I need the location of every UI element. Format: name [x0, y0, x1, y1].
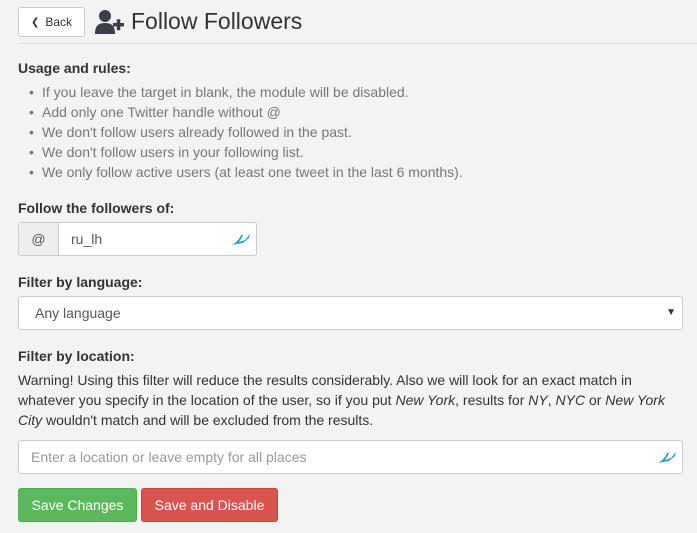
chevron-left-icon: ❮ — [30, 16, 40, 28]
page-header: ❮ Back Follow Followers — [18, 5, 697, 39]
rule-item: If you leave the target in blank, the mo… — [18, 82, 463, 102]
usage-heading: Usage and rules: — [18, 60, 131, 76]
language-select[interactable]: Any language ▼ — [18, 296, 683, 330]
twitter-handle-value: ru_lh — [71, 231, 103, 247]
user-plus-icon — [95, 10, 124, 34]
autofill-icon[interactable] — [231, 232, 251, 248]
location-input[interactable]: Enter a location or leave empty for all … — [18, 440, 683, 474]
example-location: NYC — [555, 392, 586, 408]
language-label: Filter by language: — [18, 274, 143, 290]
rules-list: If you leave the target in blank, the mo… — [18, 82, 463, 182]
location-placeholder: Enter a location or leave empty for all … — [31, 449, 307, 465]
rule-item: We only follow active users (at least on… — [18, 162, 463, 182]
twitter-handle-input[interactable]: ru_lh — [59, 223, 256, 255]
at-addon: @ — [19, 223, 59, 255]
warning-text: wouldn't match and will be excluded from… — [42, 412, 374, 428]
back-button[interactable]: ❮ Back — [18, 7, 85, 37]
rule-item: We don't follow users in your following … — [18, 142, 463, 162]
warning-text: , results for — [455, 392, 529, 408]
rule-item: We don't follow users already followed i… — [18, 122, 463, 142]
back-label: Back — [45, 15, 73, 29]
caret-down-icon: ▼ — [666, 307, 676, 318]
follow-target-group: @ ru_lh — [18, 222, 257, 256]
warning-text: , — [547, 392, 556, 408]
warning-text: or — [585, 392, 606, 408]
save-changes-button[interactable]: Save Changes — [18, 488, 137, 522]
header-divider — [18, 43, 697, 44]
page-title: Follow Followers — [131, 7, 303, 34]
rule-item: Add only one Twitter handle without @ — [18, 102, 463, 122]
autofill-icon[interactable] — [657, 450, 677, 466]
location-label: Filter by location: — [18, 348, 135, 364]
language-selected: Any language — [35, 305, 121, 321]
save-and-disable-button[interactable]: Save and Disable — [141, 488, 278, 522]
location-warning: Warning! Using this filter will reduce t… — [18, 370, 688, 430]
example-location: New York — [395, 392, 456, 408]
follow-target-label: Follow the followers of: — [18, 200, 175, 216]
example-location: NY — [528, 392, 548, 408]
